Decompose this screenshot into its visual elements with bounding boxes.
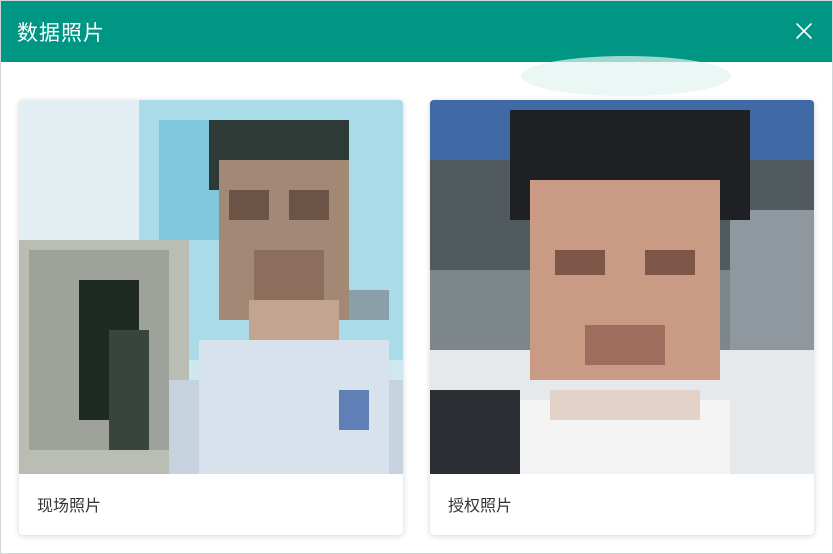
pixelated-face-photo: [430, 100, 814, 474]
close-button[interactable]: [792, 19, 816, 43]
pixelated-face-photo: [19, 100, 403, 474]
dialog-header: 数据照片: [1, 1, 832, 62]
authorization-photo-card[interactable]: 授权照片: [430, 100, 814, 535]
background-decoration: [521, 56, 731, 96]
authorization-photo-caption: 授权照片: [448, 498, 513, 515]
data-photo-dialog: 数据照片 现场照片 授权照片: [0, 0, 833, 554]
close-icon: [796, 23, 812, 39]
onsite-photo-caption: 现场照片: [37, 498, 102, 515]
authorization-photo[interactable]: [430, 100, 814, 474]
onsite-photo[interactable]: [19, 100, 403, 474]
onsite-photo-card[interactable]: 现场照片: [19, 100, 403, 535]
dialog-title: 数据照片: [17, 21, 105, 45]
dialog-body: 现场照片 授权照片: [1, 56, 832, 553]
